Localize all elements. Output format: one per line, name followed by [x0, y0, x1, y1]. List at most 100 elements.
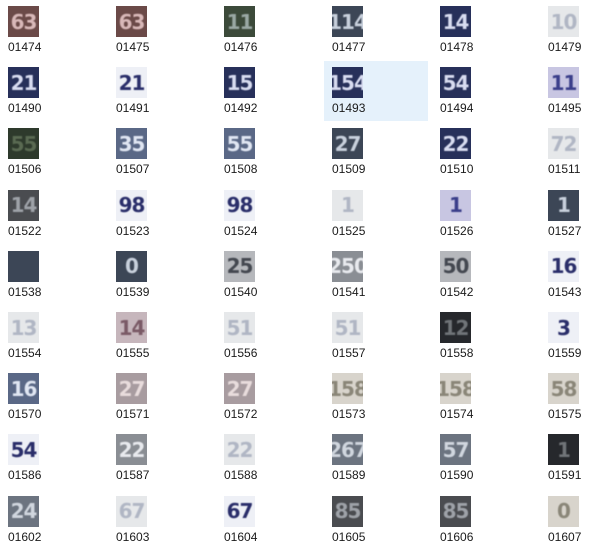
file-item[interactable]: 67 01604 [216, 490, 320, 550]
file-item[interactable]: 27 01571 [108, 367, 212, 427]
thumbnail-digits: 21 [10, 70, 38, 95]
file-item[interactable]: 158 01574 [432, 367, 536, 427]
file-item[interactable]: 11 01495 [540, 61, 591, 121]
file-item[interactable]: 14 01555 [108, 306, 212, 366]
file-item[interactable]: 14 01478 [432, 0, 536, 60]
file-item[interactable]: 85 01606 [432, 490, 536, 550]
file-name-label: 01476 [224, 40, 258, 54]
file-name-label: 01508 [224, 162, 258, 177]
file-item[interactable]: 27 01572 [216, 367, 320, 427]
thumbnail-digits: 54 [10, 437, 38, 462]
file-item[interactable]: 13 01554 [0, 306, 104, 366]
file-name-label: 01572 [224, 407, 258, 422]
thumbnail-digits: 22 [442, 131, 470, 156]
file-thumbnail: 250 [332, 250, 363, 282]
file-thumbnail: 1 [332, 189, 363, 221]
file-name-label: 01604 [224, 529, 258, 544]
file-thumbnail: 25 [224, 250, 255, 282]
file-item[interactable]: 1 01525 [324, 184, 428, 244]
thumbnail-digits: 267 [332, 437, 363, 462]
file-item[interactable]: 16 01570 [0, 367, 104, 427]
file-item[interactable]: 21 01490 [0, 61, 104, 121]
thumbnail-digits: 15 [226, 70, 254, 95]
file-item[interactable]: 11 01476 [216, 0, 320, 60]
file-name-label: 01559 [548, 346, 582, 360]
file-thumbnail: 35 [116, 128, 147, 160]
file-item[interactable]: 154 01493 [324, 61, 428, 122]
thumbnail-digits: 21 [118, 70, 146, 95]
file-item[interactable]: 158 01573 [324, 367, 428, 427]
file-name-label: 01507 [116, 162, 150, 177]
file-item[interactable]: 98 01524 [216, 184, 320, 244]
file-item[interactable]: 22 01510 [432, 122, 536, 182]
thumbnail-digits: 98 [118, 193, 146, 218]
file-item[interactable]: 35 01507 [108, 122, 212, 182]
thumbnail-digits: 0 [557, 499, 571, 524]
file-item[interactable]: 51 01557 [324, 306, 428, 366]
file-item[interactable]: 3 01559 [540, 306, 591, 366]
file-item[interactable]: 24 01602 [0, 490, 104, 550]
thumbnail-digits: 22 [226, 437, 254, 462]
file-item[interactable]: 55 01508 [216, 122, 320, 182]
thumbnail-digits: 1 [557, 437, 571, 462]
file-item[interactable]: 16 01543 [540, 245, 591, 305]
file-name-label: 01558 [440, 346, 474, 360]
file-item[interactable]: 55 01506 [0, 122, 104, 182]
file-item[interactable]: 14 01522 [0, 184, 104, 244]
file-item[interactable]: 72 01511 [540, 122, 591, 182]
file-item[interactable]: 1 01527 [540, 184, 591, 244]
file-item[interactable]: 51 01556 [216, 306, 320, 366]
file-thumbnail: 15 [224, 67, 255, 99]
file-name-label: 01588 [224, 468, 258, 483]
file-thumbnail: 14 [8, 189, 39, 221]
file-item[interactable]: 85 01605 [324, 490, 428, 550]
file-item[interactable]: 0 01539 [108, 245, 212, 305]
file-item[interactable]: 22 01588 [216, 428, 320, 488]
file-item[interactable]: 27 01509 [324, 122, 428, 182]
file-item[interactable]: 50 01542 [432, 245, 536, 305]
file-item[interactable]: 250 01541 [324, 245, 428, 305]
file-item[interactable]: 01538 [0, 245, 104, 305]
file-item[interactable]: 63 01475 [108, 0, 212, 60]
file-name-label: 01510 [440, 162, 474, 177]
file-item[interactable]: 12 01558 [432, 306, 536, 366]
file-item[interactable]: 15 01492 [216, 61, 320, 121]
file-item[interactable]: 63 01474 [0, 0, 104, 60]
file-name-label: 01586 [8, 468, 42, 483]
file-item[interactable]: 1 01591 [540, 428, 591, 488]
file-item[interactable]: 98 01523 [108, 184, 212, 244]
file-name-label: 01539 [116, 284, 150, 299]
thumbnail-digits: 14 [118, 315, 146, 340]
file-item[interactable]: 25 01540 [216, 245, 320, 305]
thumbnail-digits: 154 [332, 70, 363, 95]
thumbnail-digits: 14 [10, 193, 38, 218]
file-item[interactable]: 22 01587 [108, 428, 212, 488]
thumbnail-digits: 0 [125, 254, 139, 279]
thumbnail-digits: 67 [226, 499, 254, 524]
file-name-label: 01571 [116, 407, 150, 422]
thumbnail-digits: 58 [550, 376, 578, 401]
file-name-label: 01541 [332, 284, 366, 299]
file-name-label: 01491 [116, 101, 150, 116]
file-item[interactable]: 10 01479 [540, 0, 591, 60]
file-thumbnail: 54 [440, 67, 471, 99]
file-item[interactable]: 0 01607 [540, 490, 591, 550]
file-name-label: 01494 [440, 101, 474, 116]
file-thumbnail: 51 [224, 312, 255, 343]
file-item[interactable]: 54 01494 [432, 61, 536, 121]
file-thumbnail: 11 [224, 6, 255, 37]
file-item[interactable]: 57 01590 [432, 428, 536, 488]
file-name-label: 01543 [548, 284, 582, 299]
file-item[interactable]: 267 01589 [324, 428, 428, 488]
thumbnail-digits: 11 [226, 9, 254, 34]
file-item[interactable]: 114 01477 [324, 0, 428, 60]
file-item[interactable]: 67 01603 [108, 490, 212, 550]
file-item[interactable]: 21 01491 [108, 61, 212, 121]
file-thumbnail: 54 [8, 434, 39, 466]
file-thumbnail: 98 [116, 189, 147, 221]
thumbnail-digits: 51 [334, 315, 362, 340]
file-item[interactable]: 1 01526 [432, 184, 536, 244]
file-item[interactable]: 54 01586 [0, 428, 104, 488]
file-item[interactable]: 58 01575 [540, 367, 591, 427]
file-thumbnail: 27 [116, 373, 147, 405]
